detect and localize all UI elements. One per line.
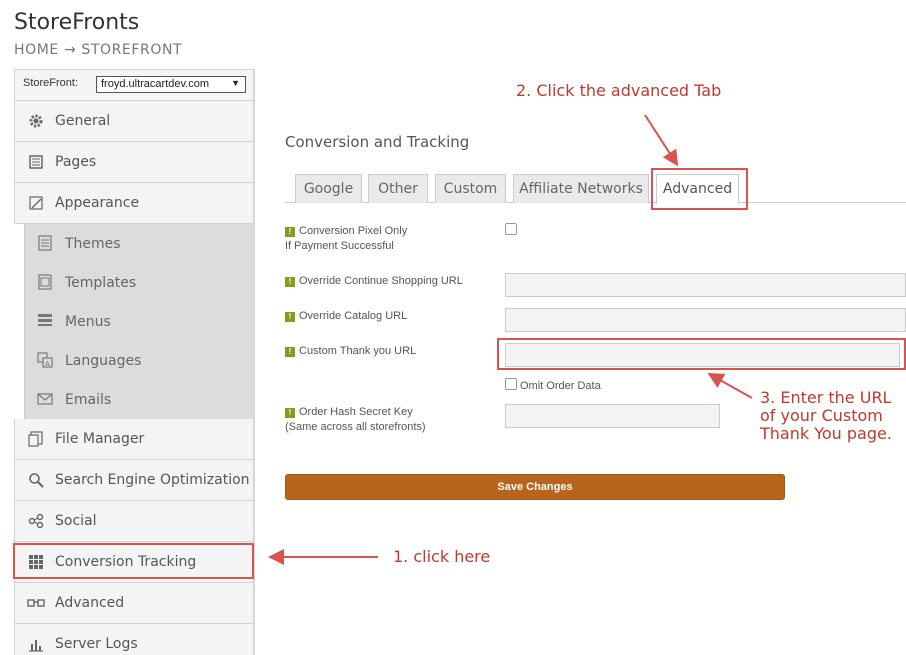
arrow-step3 [707, 373, 753, 399]
arrow-step2 [644, 114, 679, 167]
annotation-arrows [268, 114, 753, 565]
